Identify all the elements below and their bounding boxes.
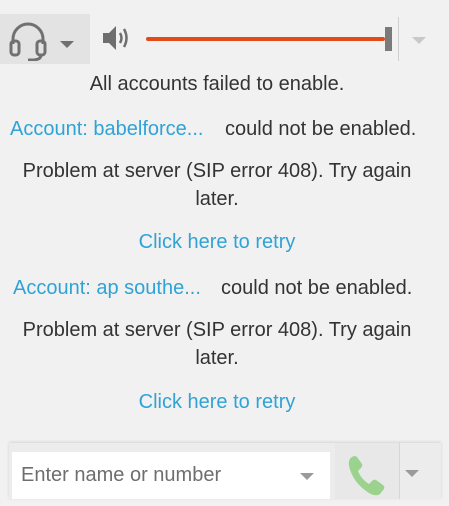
- dial-bar-divider: [399, 443, 400, 499]
- contacts-dropdown-chevron-icon[interactable]: [299, 468, 315, 486]
- retry-link[interactable]: Click here to retry: [139, 231, 296, 253]
- headset-device-button[interactable]: [0, 14, 90, 64]
- status-title: All accounts failed to enable.: [89, 73, 345, 95]
- volume-thumb[interactable]: [385, 27, 392, 51]
- account-link[interactable]: Account: babelforce...: [10, 116, 203, 142]
- account-status: could not be enabled.: [225, 118, 417, 140]
- speaker-icon[interactable]: [101, 22, 133, 59]
- problem-line: later.: [195, 188, 239, 210]
- account-link[interactable]: Account: ap southe...: [13, 275, 201, 301]
- phone-icon: [343, 451, 393, 506]
- headset-icon: [8, 19, 48, 66]
- problem-message: Problem at server (SIP error 408). Try a…: [0, 157, 434, 213]
- dial-bar: [9, 443, 441, 499]
- account-status: could not be enabled.: [221, 277, 413, 299]
- problem-line: Problem at server (SIP error 408). Try a…: [22, 319, 412, 341]
- toolbar-dropdown-chevron-icon[interactable]: [404, 30, 434, 50]
- problem-line: later.: [195, 347, 239, 369]
- chevron-down-icon: [59, 36, 75, 54]
- retry-row: Click here to retry: [0, 389, 434, 415]
- name-or-number-input[interactable]: [12, 452, 330, 499]
- call-button[interactable]: [335, 443, 399, 499]
- retry-row: Click here to retry: [0, 229, 434, 255]
- volume-slider[interactable]: [146, 24, 392, 54]
- audio-toolbar: [0, 0, 449, 68]
- volume-track: [146, 37, 385, 41]
- problem-message: Problem at server (SIP error 408). Try a…: [0, 316, 434, 372]
- problem-line: Problem at server (SIP error 408). Try a…: [22, 160, 412, 182]
- toolbar-divider: [398, 17, 399, 61]
- call-options-chevron-icon[interactable]: [404, 465, 420, 483]
- retry-link[interactable]: Click here to retry: [139, 391, 296, 413]
